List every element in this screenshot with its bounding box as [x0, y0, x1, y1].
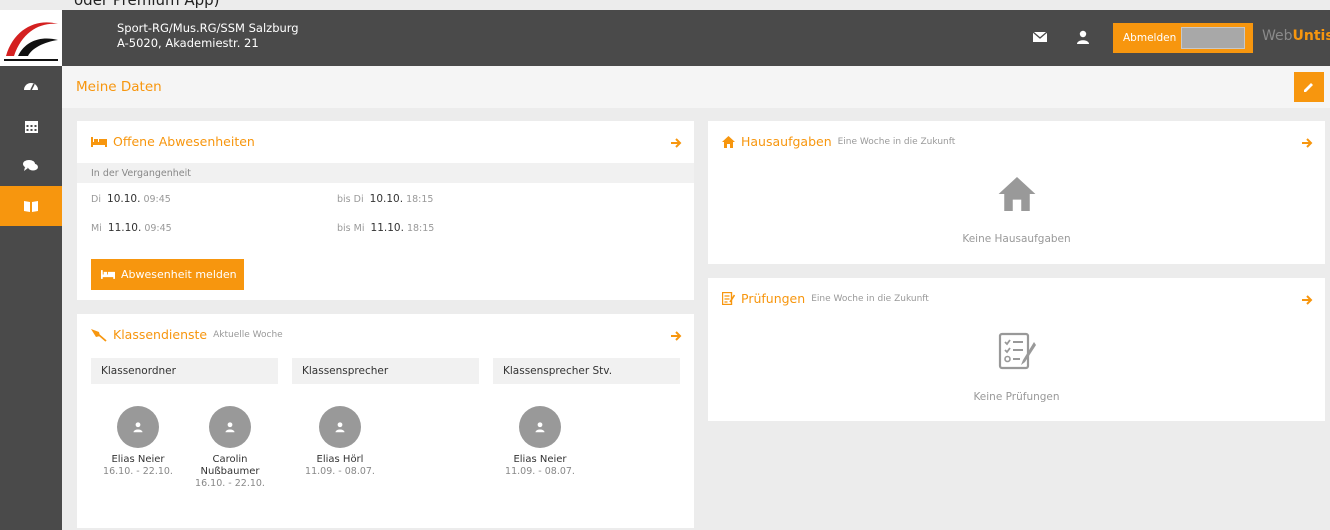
past-section-label: In der Vergangenheit — [77, 163, 694, 183]
school-info: Sport-RG/Mus.RG/SSM Salzburg A-5020, Aka… — [117, 21, 299, 51]
homework-header[interactable]: Hausaufgaben Eine Woche in die Zukunft — [722, 134, 955, 149]
webuntis-logo: WebUntis — [1262, 28, 1330, 44]
top-bar: Sport-RG/Mus.RG/SSM Salzburg A-5020, Aka… — [0, 10, 1330, 66]
person-name: Elias Neier — [111, 454, 165, 465]
absence-row[interactable]: Mi 11.10. 09:45 bis Mi 11.10. 18:15 — [91, 222, 651, 236]
bed-icon — [101, 270, 115, 279]
person-dates: 11.09. - 08.07. — [305, 466, 375, 477]
homework-title: Hausaufgaben — [741, 134, 832, 149]
no-exams-label: Keine Prüfungen — [973, 391, 1060, 403]
class-duties-title: Klassendienste — [113, 327, 208, 342]
arrow-right-icon[interactable] — [670, 134, 682, 153]
broom-icon — [91, 328, 107, 342]
absences-card: Offene Abwesenheiten In der Vergangenhei… — [77, 121, 694, 300]
home-icon — [997, 177, 1037, 215]
person-dates: 11.09. - 08.07. — [505, 466, 575, 477]
calendar-icon — [24, 120, 38, 133]
page-title: Meine Daten — [76, 79, 162, 95]
edit-button[interactable] — [1294, 72, 1324, 102]
truncated-top-text: oder Premium App) — [74, 0, 220, 9]
exams-subtitle: Eine Woche in die Zukunft — [811, 293, 929, 304]
chat-icon — [23, 160, 38, 171]
envelope-icon[interactable] — [1032, 29, 1050, 47]
page-header: Meine Daten — [62, 66, 1330, 108]
duty-column-header: Klassenordner — [91, 358, 278, 384]
duty-person[interactable]: Elias Hörl 11.09. - 08.07. — [300, 406, 380, 478]
exams-title: Prüfungen — [741, 291, 806, 306]
book-icon — [24, 201, 38, 212]
absences-title: Offene Abwesenheiten — [113, 134, 255, 149]
homework-subtitle: Eine Woche in die Zukunft — [837, 136, 956, 147]
absence-row[interactable]: Di 10.10. 09:45 bis Di 10.10. 18:15 — [91, 193, 651, 207]
person-name: Elias Hörl — [316, 454, 364, 465]
school-logo[interactable] — [0, 10, 62, 66]
user-name-redacted — [1181, 27, 1245, 49]
avatar — [209, 406, 251, 448]
duty-person[interactable]: Elias Neier 11.09. - 08.07. — [500, 406, 580, 478]
sidebar-item-dashboard[interactable] — [0, 66, 62, 106]
sidebar — [0, 66, 62, 530]
arrow-right-icon[interactable] — [1301, 291, 1313, 310]
checklist-icon — [996, 330, 1038, 376]
avatar — [319, 406, 361, 448]
absences-header[interactable]: Offene Abwesenheiten — [91, 134, 255, 149]
user-icon[interactable] — [1075, 29, 1093, 47]
pencil-icon — [1304, 83, 1313, 92]
report-absence-label: Abwesenheit melden — [121, 268, 237, 281]
logout-label: Abmelden — [1123, 32, 1177, 44]
no-homework-label: Keine Hausaufgaben — [962, 233, 1071, 245]
user-icon — [335, 422, 345, 433]
duty-person[interactable]: Carolin Nußbaumer 16.10. - 22.10. — [190, 406, 270, 490]
school-name: Sport-RG/Mus.RG/SSM Salzburg — [117, 21, 299, 35]
class-duties-card: Klassendienste Aktuelle Woche Klassenord… — [77, 314, 694, 528]
sidebar-item-messages[interactable] — [0, 146, 62, 186]
homework-card: Hausaufgaben Eine Woche in die Zukunft K… — [708, 121, 1325, 264]
exam-icon — [722, 292, 735, 305]
person-name: Carolin Nußbaumer — [200, 454, 260, 477]
person-dates: 16.10. - 22.10. — [195, 478, 265, 489]
school-address: A-5020, Akademiestr. 21 — [117, 36, 259, 50]
sidebar-item-my-data[interactable] — [0, 186, 62, 226]
class-duties-subtitle: Aktuelle Woche — [213, 329, 283, 340]
bed-icon — [91, 136, 107, 147]
class-duties-header[interactable]: Klassendienste Aktuelle Woche — [91, 327, 283, 342]
user-icon — [133, 422, 143, 433]
duty-person[interactable]: Elias Neier 16.10. - 22.10. — [98, 406, 178, 478]
user-icon — [535, 422, 545, 433]
report-absence-button[interactable]: Abwesenheit melden — [91, 259, 244, 290]
home-icon — [722, 135, 735, 148]
sidebar-item-calendar[interactable] — [0, 106, 62, 146]
person-dates: 16.10. - 22.10. — [103, 466, 173, 477]
arrow-right-icon[interactable] — [670, 327, 682, 346]
exams-header[interactable]: Prüfungen Eine Woche in die Zukunft — [722, 291, 929, 306]
duty-column-header: Klassensprecher — [292, 358, 479, 384]
person-name: Elias Neier — [513, 454, 567, 465]
user-icon — [225, 422, 235, 433]
exams-card: Prüfungen Eine Woche in die Zukunft Kein… — [708, 278, 1325, 421]
duty-column-header: Klassensprecher Stv. — [493, 358, 680, 384]
dashboard-icon — [24, 83, 38, 91]
avatar — [117, 406, 159, 448]
avatar — [519, 406, 561, 448]
logout-button[interactable]: Abmelden — [1113, 23, 1253, 53]
arrow-right-icon[interactable] — [1301, 134, 1313, 153]
